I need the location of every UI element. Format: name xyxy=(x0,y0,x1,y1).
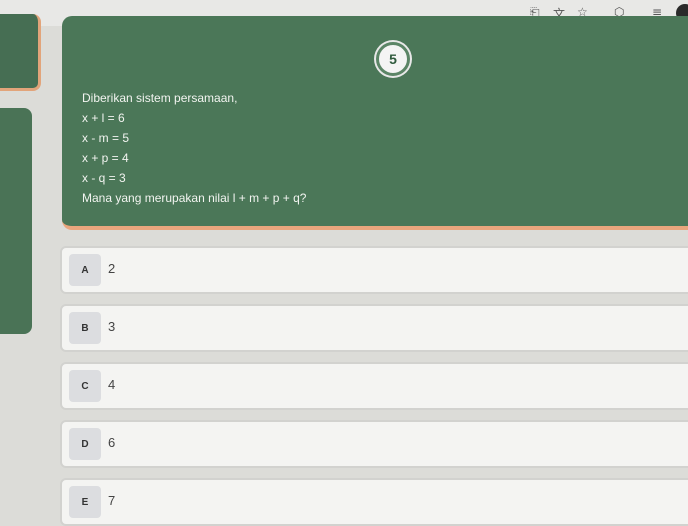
question-line: x - q = 3 xyxy=(82,171,126,185)
sidebar-panel xyxy=(0,108,32,334)
question-text: Diberikan sistem persamaan, x + l = 6 x … xyxy=(82,88,306,208)
option-value: 4 xyxy=(108,377,116,392)
question-line: x - m = 5 xyxy=(82,131,130,145)
question-line: Diberikan sistem persamaan, xyxy=(82,91,238,105)
option-c[interactable]: C 4 xyxy=(60,362,688,410)
option-letter: D xyxy=(69,428,101,460)
previous-question-card[interactable] xyxy=(0,14,41,91)
question-card: 5 Diberikan sistem persamaan, x + l = 6 … xyxy=(62,16,688,230)
question-line: Mana yang merupakan nilai l + m + p + q? xyxy=(82,191,307,205)
option-d[interactable]: D 6 xyxy=(60,420,688,468)
option-e[interactable]: E 7 xyxy=(60,478,688,526)
option-a[interactable]: A 2 xyxy=(60,246,688,294)
option-b[interactable]: B 3 xyxy=(60,304,688,352)
option-value: 2 xyxy=(108,261,116,276)
option-letter: E xyxy=(69,486,101,518)
option-letter: A xyxy=(69,254,101,286)
question-line: x + l = 6 xyxy=(82,111,125,125)
option-value: 7 xyxy=(108,493,116,508)
question-line: x + p = 4 xyxy=(82,151,129,165)
question-number: 5 xyxy=(376,42,410,76)
option-value: 3 xyxy=(108,319,116,334)
option-letter: C xyxy=(69,370,101,402)
option-value: 6 xyxy=(108,435,116,450)
option-letter: B xyxy=(69,312,101,344)
